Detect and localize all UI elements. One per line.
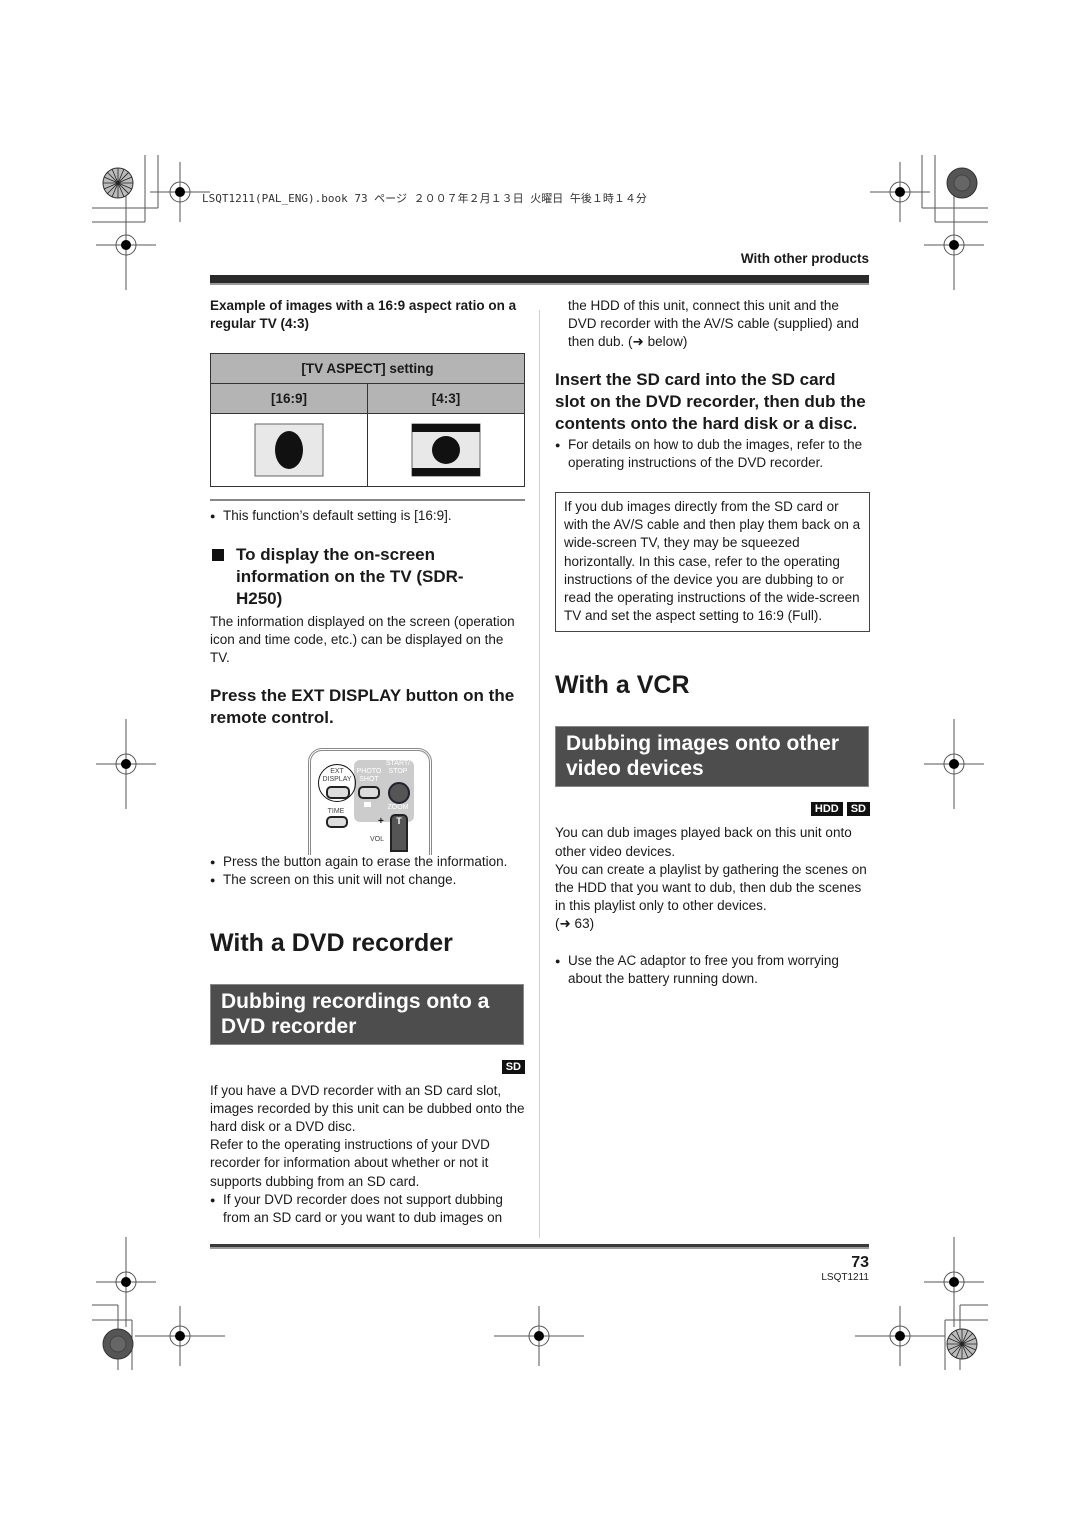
note-box: If you dub images directly from the SD c… (555, 492, 870, 633)
page-number: 73 (851, 1254, 869, 1271)
vcr-dubbing-banner: Dubbing images onto other video devices (555, 726, 869, 788)
onscreen-heading-block: To display the on-screen information on … (210, 544, 525, 610)
insert-bullet: For details on how to dub the images, re… (555, 436, 870, 472)
time-button[interactable] (326, 816, 348, 829)
remote-start-stop-label: START/ STOP (385, 760, 411, 776)
right-column: the HDD of this unit, connect this unit … (555, 297, 870, 988)
dvd-dubbing-banner: Dubbing recordings onto a DVD recorder (210, 983, 524, 1045)
dvd-body-1: If you have a DVD recorder with an SD ca… (210, 1082, 525, 1135)
table-header: [TV ASPECT] setting (210, 353, 525, 385)
vcr-heading: With a VCR (555, 671, 690, 700)
remote-time-label: TIME (327, 808, 345, 816)
registration-target-icon (494, 1306, 584, 1366)
registration-target-icon (96, 719, 156, 809)
example-caption: Example of images with a 16:9 aspect rat… (210, 298, 517, 332)
registration-target-icon (855, 1306, 945, 1366)
remote-zoom-label: ZOOM (387, 804, 409, 812)
sd-badge: SD (501, 1059, 525, 1074)
column-header-4-3: [4:3] (367, 383, 525, 415)
dvd-dubbing-banner-text: Dubbing recordings onto a DVD recorder (221, 989, 490, 1038)
vcr-bullet: Use the AC adaptor to free you from worr… (555, 952, 870, 988)
dvd-badges: SD (210, 1057, 525, 1075)
default-setting-note: This function’s default setting is [16:9… (210, 507, 525, 525)
onscreen-heading: To display the on-screen information on … (236, 544, 464, 608)
column-separator (539, 310, 540, 1238)
sd-badge: SD (846, 802, 870, 817)
ext-display-button[interactable] (326, 786, 350, 800)
column-header-16-9: [16:9] (210, 383, 368, 415)
color-target-icon (102, 1328, 134, 1360)
camera-icon (364, 802, 371, 808)
onscreen-body: The information displayed on the screen … (210, 613, 515, 666)
remote-vol-label: VOL (370, 836, 385, 844)
vcr-dubbing-banner-text: Dubbing images onto other video devices (566, 732, 839, 781)
color-target-icon (946, 167, 978, 199)
registration-target-icon (870, 162, 930, 222)
square-bullet-icon (212, 548, 224, 561)
remote-photo-shot-label: PHOTO SHOT (356, 768, 382, 784)
tv-aspect-table: [TV ASPECT] setting [16:9] [4:3] (210, 353, 525, 488)
vcr-ref-link[interactable]: (➜ 63) (555, 915, 870, 933)
step-insert-sd: Insert the SD card into the SD card slot… (555, 369, 866, 433)
registration-target-icon (96, 195, 156, 290)
hdd-badge: HDD (810, 802, 843, 817)
remote-control-illustration: EXT DISPLAY PHOTO SHOT START/ STOP TIME … (308, 748, 432, 856)
dvd-body-2: Refer to the operating instructions of y… (210, 1137, 490, 1189)
step-ext-display: Press the EXT DISPLAY button on the remo… (210, 686, 515, 728)
print-header: LSQT1211(PAL_ENG).book 73 ページ ２００７年２月１３日… (202, 192, 647, 205)
note-box-text: If you dub images directly from the SD c… (564, 499, 861, 624)
letterbox-circle-image (411, 423, 481, 477)
squeezed-circle-image (254, 423, 324, 477)
starburst-target-icon (102, 167, 134, 199)
section-label: With other products (740, 251, 869, 266)
photo-shot-button[interactable] (358, 786, 380, 800)
remote-bullets: Press the button again to erase the info… (210, 853, 525, 890)
zoom-t-label: T (396, 816, 402, 827)
vcr-body-1: You can dub images played back on this u… (555, 825, 852, 859)
doc-code: LSQT1211 (821, 1272, 869, 1283)
starburst-target-icon (946, 1328, 978, 1360)
zoom-t-button[interactable]: T (390, 814, 408, 853)
crop-marks (92, 155, 988, 1370)
dvd-bullet: If your DVD recorder does not support du… (210, 1191, 525, 1227)
bullet-erase: Press the button again to erase the info… (210, 853, 525, 871)
bullet-no-change: The screen on this unit will not change. (210, 871, 525, 889)
left-column: Example of images with a 16:9 aspect rat… (210, 297, 525, 1227)
registration-target-icon (135, 1306, 225, 1366)
vcr-body-2: You can create a playlist by gathering t… (555, 861, 867, 914)
vcr-badges: HDD SD (555, 799, 870, 817)
top-divider (210, 275, 869, 285)
remote-plus-label: + (378, 816, 384, 828)
registration-target-icon (924, 195, 984, 290)
continued-text: the HDD of this unit, connect this unit … (568, 298, 859, 350)
registration-target-icon (150, 162, 210, 222)
divider (210, 499, 525, 502)
bottom-divider (210, 1244, 869, 1249)
dvd-recorder-heading: With a DVD recorder (210, 928, 453, 957)
registration-target-icon (924, 719, 984, 809)
